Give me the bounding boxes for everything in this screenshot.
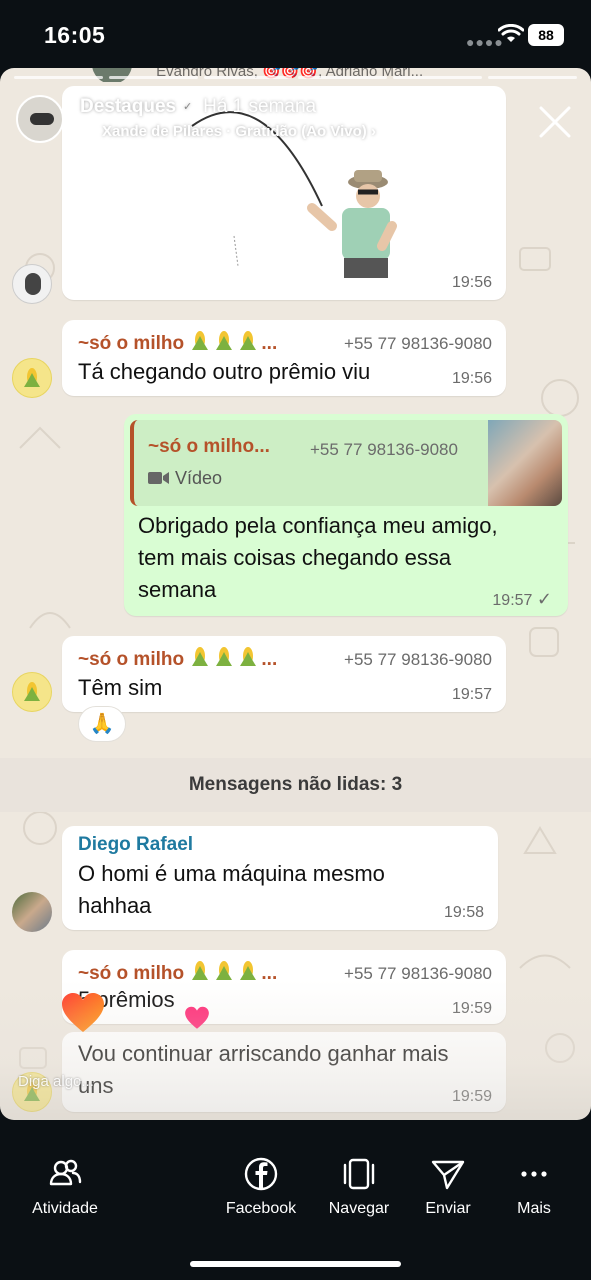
sender-phone: +55 77 98136-9080 xyxy=(344,964,492,983)
corn-icon xyxy=(240,331,257,350)
message-time: 19:56 xyxy=(451,274,492,291)
message-time: 19:59 xyxy=(451,1000,492,1017)
story-viewer: 16:05 ●●●● 88 Evandro Rivas, 🎯🎯🎯, Adrian… xyxy=(0,0,591,1280)
partial-header-text: Evandro Rivas, 🎯🎯🎯, Adriano Mari... xyxy=(92,68,511,82)
story-avatar[interactable] xyxy=(16,95,64,143)
status-time: 16:05 xyxy=(44,22,106,48)
corn-icon xyxy=(24,368,40,387)
story-title: Destaques ✓ Há 1 semana xyxy=(80,96,317,117)
corn-icon xyxy=(192,961,209,980)
message-time: 19:57 ✓ xyxy=(492,589,552,609)
corn-icon xyxy=(216,961,233,980)
browse-icon xyxy=(343,1158,375,1190)
avatar[interactable] xyxy=(12,358,52,398)
people-icon xyxy=(49,1159,82,1186)
video-thumbnail[interactable] xyxy=(488,420,562,506)
message-text: Vou continuar arriscando ganhar mais xyxy=(78,1041,449,1066)
quoted-sender: ~só o milho... xyxy=(148,436,270,457)
incoming-message[interactable]: ~só o milho ... +55 77 98136-9080 Tá che… xyxy=(62,320,506,396)
nav-label: Enviar xyxy=(425,1200,471,1217)
corn-icon xyxy=(192,647,209,666)
corn-icon xyxy=(216,331,233,350)
avatar xyxy=(92,68,132,82)
nav-label: Atividade xyxy=(32,1200,98,1217)
story-music[interactable]: Xande de Pilares · Gratidão (Ao Vivo) › xyxy=(80,123,376,140)
story-progress xyxy=(14,76,577,79)
corn-icon xyxy=(240,961,257,980)
message-time: 19:58 xyxy=(443,904,484,921)
outgoing-message[interactable]: ~só o milho... +55 77 98136-9080 Vídeo O… xyxy=(124,414,568,616)
story-header: Destaques ✓ Há 1 semana Xande de Pilares ·… xyxy=(16,92,575,152)
incoming-message[interactable]: Vou continuar arriscando ganhar mais uns… xyxy=(62,1032,506,1112)
sent-check-icon: ✓ xyxy=(536,589,552,609)
home-indicator[interactable] xyxy=(190,1261,401,1267)
story-card[interactable]: Evandro Rivas, 🎯🎯🎯, Adriano Mari... 19:5… xyxy=(0,68,591,1120)
sender-name: Diego Rafael xyxy=(78,834,194,855)
verified-icon: ✓ xyxy=(180,100,196,115)
more-icon xyxy=(521,1171,547,1177)
wifi-icon xyxy=(498,24,524,42)
sender-phone: +55 77 98136-9080 xyxy=(344,334,492,353)
incoming-message[interactable]: ~só o milho ... +55 77 98136-9080 5 prêm… xyxy=(62,950,506,1024)
music-bars-icon xyxy=(80,125,94,137)
sender-name: ~só o milho ... xyxy=(78,330,277,355)
avatar[interactable] xyxy=(12,892,52,932)
message-time: 19:56 xyxy=(451,370,492,387)
sender-phone: +55 77 98136-9080 xyxy=(344,650,492,669)
nav-activity[interactable]: Atividade xyxy=(26,1156,104,1218)
corn-icon xyxy=(240,647,257,666)
incoming-message[interactable]: ~só o milho ... +55 77 98136-9080 Têm si… xyxy=(62,636,506,712)
corn-icon xyxy=(216,647,233,666)
message-text: tem mais coisas chegando essa xyxy=(138,545,452,570)
facebook-icon xyxy=(244,1157,278,1191)
battery-icon: 88 xyxy=(528,24,564,46)
message-text: O homi é uma máquina mesmo xyxy=(78,861,385,886)
video-camera-icon xyxy=(148,472,169,484)
close-icon[interactable] xyxy=(535,102,575,142)
send-icon xyxy=(431,1160,465,1190)
message-text: hahhaa xyxy=(78,893,152,918)
corn-icon xyxy=(192,331,209,350)
avatar[interactable] xyxy=(12,672,52,712)
message-text: Obrigado pela confiança meu amigo, xyxy=(138,513,498,538)
message-time: 19:57 xyxy=(451,686,492,703)
unread-messages-banner: Mensagens não lidas: 3 xyxy=(0,758,591,812)
incoming-message[interactable]: Diego Rafael O homi é uma máquina mesmo … xyxy=(62,826,498,930)
quoted-type: Vídeo xyxy=(148,468,222,489)
heart-reaction-icon xyxy=(62,993,104,1032)
story-age: Há 1 semana xyxy=(203,96,317,117)
reaction-badge[interactable]: 🙏 xyxy=(78,706,126,742)
heart-reaction-icon xyxy=(185,1006,209,1029)
nav-label: Navegar xyxy=(328,1200,390,1217)
avatar[interactable] xyxy=(12,264,52,304)
message-text: semana xyxy=(138,577,217,602)
status-bar: 16:05 ●●●● 88 xyxy=(0,0,591,70)
corn-icon xyxy=(24,682,40,701)
message-text: Têm sim xyxy=(78,675,163,700)
nav-send[interactable]: Enviar xyxy=(410,1156,486,1218)
message-time: 19:59 xyxy=(451,1088,492,1105)
nav-label: Mais xyxy=(517,1200,551,1217)
nav-browse[interactable]: Navegar xyxy=(320,1156,398,1218)
quoted-message[interactable]: ~só o milho... +55 77 98136-9080 Vídeo xyxy=(130,420,562,506)
sender-name: ~só o milho ... xyxy=(78,646,277,671)
quoted-phone: +55 77 98136-9080 xyxy=(310,440,458,459)
nav-facebook[interactable]: Facebook xyxy=(222,1156,300,1218)
sender-name: ~só o milho ... xyxy=(78,960,277,985)
bottom-nav: Atividade Facebook Navegar Enviar Mais xyxy=(0,1120,591,1280)
message-text: Tá chegando outro prêmio viu xyxy=(78,359,371,384)
nav-label: Facebook xyxy=(225,1200,297,1217)
nav-more[interactable]: Mais xyxy=(500,1156,568,1218)
reply-input[interactable]: Diga algo... xyxy=(18,1073,94,1090)
